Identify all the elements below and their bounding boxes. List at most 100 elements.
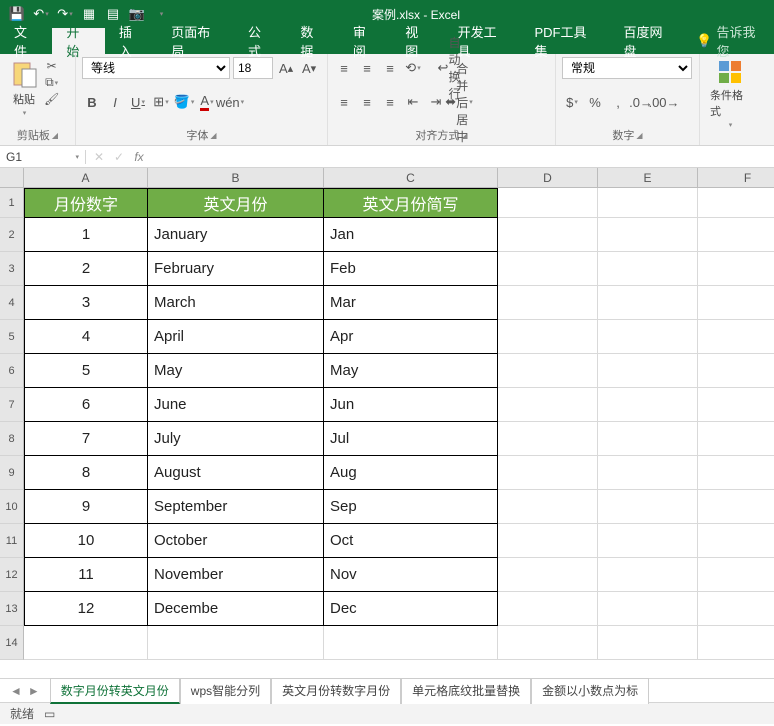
underline-button[interactable]: U▾ (128, 92, 148, 112)
cell[interactable]: January (148, 218, 324, 252)
font-size-input[interactable] (233, 57, 273, 79)
cell[interactable] (698, 592, 774, 626)
align-center-icon[interactable]: ≡ (357, 92, 377, 112)
copy-icon[interactable]: ⧉▾ (44, 75, 59, 90)
tab-home[interactable]: 开始 (52, 28, 104, 54)
cell[interactable]: May (324, 354, 498, 388)
row-header-14[interactable]: 14 (0, 626, 24, 660)
merge-center-button[interactable]: ⬌ 合并后居中▾ (449, 92, 469, 112)
sheet-tab[interactable]: 单元格底纹批量替换 (401, 678, 531, 704)
currency-icon[interactable]: $▾ (562, 92, 582, 112)
cell[interactable] (598, 252, 698, 286)
increase-font-icon[interactable]: A▴ (276, 58, 296, 78)
cell[interactable] (698, 490, 774, 524)
cell[interactable] (598, 388, 698, 422)
cell[interactable] (698, 456, 774, 490)
decrease-font-icon[interactable]: A▾ (299, 58, 319, 78)
cell[interactable] (498, 388, 598, 422)
tab-pdf[interactable]: PDF工具集 (520, 28, 609, 54)
cell[interactable] (498, 320, 598, 354)
font-color-button[interactable]: A▾ (197, 92, 217, 112)
macro-record-icon[interactable]: ▭ (44, 707, 55, 721)
format-painter-icon[interactable]: 🖌 (44, 92, 59, 106)
cell[interactable]: 8 (24, 456, 148, 490)
sheet-tab[interactable]: 数字月份转英文月份 (50, 678, 180, 704)
decrease-decimal-icon[interactable]: .00→ (654, 92, 674, 112)
qat-customize-icon[interactable]: ▾ (150, 3, 172, 25)
row-header-7[interactable]: 7 (0, 388, 24, 422)
cell[interactable] (598, 490, 698, 524)
cell[interactable]: March (148, 286, 324, 320)
align-right-icon[interactable]: ≡ (380, 92, 400, 112)
align-bottom-icon[interactable]: ≡ (380, 58, 400, 78)
border-button[interactable]: ⊞▾ (151, 92, 171, 112)
cell[interactable] (498, 218, 598, 252)
cell[interactable] (498, 490, 598, 524)
row-header-1[interactable]: 1 (0, 188, 24, 218)
cell[interactable] (698, 252, 774, 286)
row-header-10[interactable]: 10 (0, 490, 24, 524)
orientation-icon[interactable]: ⟲▾ (403, 58, 423, 78)
row-header-4[interactable]: 4 (0, 286, 24, 320)
align-top-icon[interactable]: ≡ (334, 58, 354, 78)
cell[interactable] (598, 592, 698, 626)
conditional-format-button[interactable]: 条件格式▾ (706, 57, 754, 131)
cell[interactable] (498, 286, 598, 320)
cell[interactable] (498, 252, 598, 286)
font-name-select[interactable]: 等线 (82, 57, 230, 79)
cell[interactable] (698, 524, 774, 558)
row-header-12[interactable]: 12 (0, 558, 24, 592)
number-format-select[interactable]: 常规 (562, 57, 692, 79)
cell[interactable] (698, 626, 774, 660)
fx-icon[interactable]: fx (130, 150, 148, 164)
cell[interactable] (598, 558, 698, 592)
comma-icon[interactable]: , (608, 92, 628, 112)
cell[interactable] (598, 188, 698, 218)
cut-icon[interactable]: ✂ (44, 59, 59, 73)
cell[interactable] (598, 626, 698, 660)
italic-button[interactable]: I (105, 92, 125, 112)
cell[interactable]: Sep (324, 490, 498, 524)
cell[interactable]: Jul (324, 422, 498, 456)
cell[interactable]: 9 (24, 490, 148, 524)
phonetic-button[interactable]: wén▾ (220, 92, 240, 112)
row-header-2[interactable]: 2 (0, 218, 24, 252)
name-box[interactable]: G1▾ (0, 150, 86, 164)
col-header-F[interactable]: F (698, 168, 774, 188)
bold-button[interactable]: B (82, 92, 102, 112)
indent-inc-icon[interactable]: ⇥ (426, 92, 446, 112)
cell[interactable] (598, 422, 698, 456)
row-header-5[interactable]: 5 (0, 320, 24, 354)
paste-button[interactable]: 粘贴▾ (6, 57, 42, 119)
cell[interactable] (498, 592, 598, 626)
col-header-C[interactable]: C (324, 168, 498, 188)
row-header-9[interactable]: 9 (0, 456, 24, 490)
chevron-down-icon[interactable]: ▾ (75, 153, 79, 161)
cell[interactable]: August (148, 456, 324, 490)
col-header-E[interactable]: E (598, 168, 698, 188)
cell[interactable]: 12 (24, 592, 148, 626)
sheet-tab[interactable]: wps智能分列 (180, 678, 271, 704)
cell[interactable] (598, 320, 698, 354)
row-header-8[interactable]: 8 (0, 422, 24, 456)
cell[interactable]: Decembe (148, 592, 324, 626)
tell-me[interactable]: 💡 告诉我您 (686, 28, 774, 54)
select-all-corner[interactable] (0, 168, 24, 188)
formula-input[interactable] (152, 147, 774, 167)
cell[interactable]: November (148, 558, 324, 592)
cell[interactable]: May (148, 354, 324, 388)
cell[interactable] (498, 558, 598, 592)
indent-dec-icon[interactable]: ⇤ (403, 92, 423, 112)
cell[interactable]: Nov (324, 558, 498, 592)
cell[interactable] (598, 354, 698, 388)
cell[interactable]: 11 (24, 558, 148, 592)
tab-insert[interactable]: 插入 (105, 28, 157, 54)
align-middle-icon[interactable]: ≡ (357, 58, 377, 78)
cell[interactable]: Oct (324, 524, 498, 558)
cell[interactable] (698, 320, 774, 354)
cell[interactable] (698, 558, 774, 592)
cell[interactable] (698, 218, 774, 252)
row-header-11[interactable]: 11 (0, 524, 24, 558)
table-header-cell[interactable]: 英文月份简写 (324, 188, 498, 218)
cell[interactable]: June (148, 388, 324, 422)
